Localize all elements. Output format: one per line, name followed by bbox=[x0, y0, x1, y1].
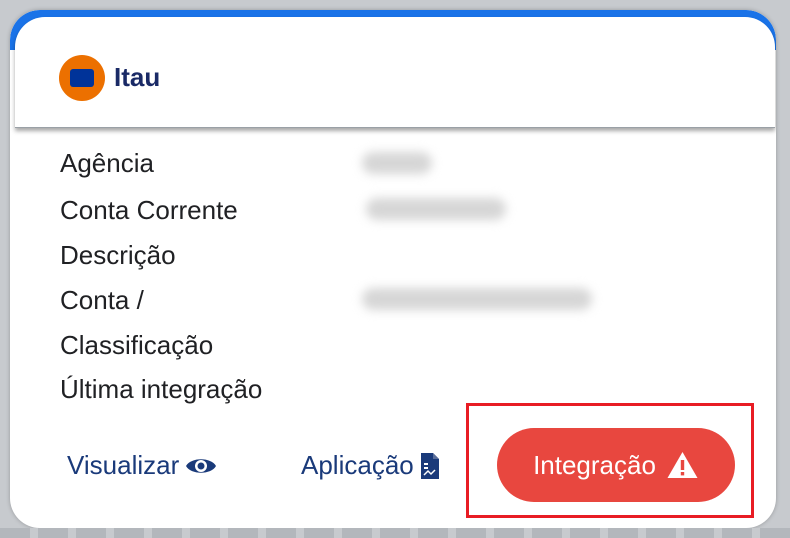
descricao-label: Descrição bbox=[60, 240, 176, 270]
bank-name: Itau bbox=[114, 62, 161, 92]
ultima-integracao-label: Última integração bbox=[60, 374, 263, 404]
conta-corrente-value-redacted bbox=[366, 198, 506, 220]
classificacao-label: Classificação bbox=[60, 330, 214, 360]
agencia-label: Agência bbox=[60, 148, 154, 178]
bank-logo-mark bbox=[70, 69, 94, 87]
background-strip bbox=[0, 528, 790, 538]
bank-logo bbox=[59, 55, 105, 101]
visualizar-label: Visualizar bbox=[67, 450, 180, 480]
document-icon bbox=[420, 452, 439, 479]
warning-icon bbox=[667, 452, 698, 478]
aplicacao-link[interactable]: Aplicação bbox=[301, 450, 440, 481]
conta-corrente-label: Conta Corrente bbox=[60, 195, 238, 225]
eye-icon bbox=[186, 458, 217, 473]
visualizar-link[interactable]: Visualizar bbox=[67, 450, 217, 481]
integracao-button[interactable]: Integração bbox=[497, 428, 735, 502]
integracao-label: Integração bbox=[533, 449, 656, 480]
card-header: Itau bbox=[15, 17, 775, 128]
aplicacao-label: Aplicação bbox=[301, 450, 414, 480]
conta-classificacao-value-redacted bbox=[362, 288, 592, 310]
conta-label: Conta / bbox=[60, 285, 144, 315]
agencia-value-redacted bbox=[362, 152, 432, 174]
bank-account-card: Itau Agência Conta Corrente Descrição Co… bbox=[10, 10, 776, 528]
